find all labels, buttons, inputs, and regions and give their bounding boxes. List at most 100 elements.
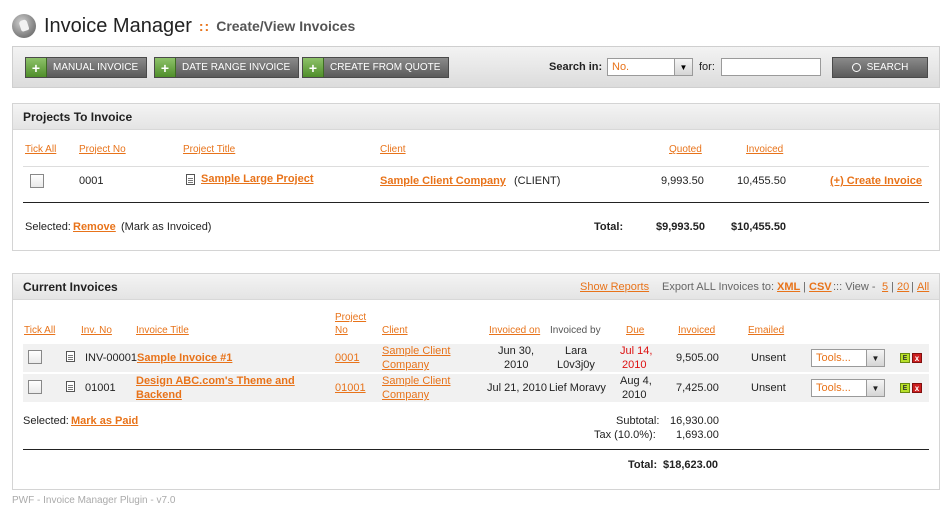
invoiced-on: Jul 21, 2010: [487, 382, 547, 394]
search-input[interactable]: [721, 58, 821, 76]
projects-panel: Projects To Invoice Tick All Project No …: [12, 103, 940, 251]
project-no: 0001: [79, 175, 104, 187]
subtotal-value: 16,930.00: [670, 415, 719, 427]
tax-label: Tax (10.0%):: [594, 429, 656, 441]
due-date-line2: 2010: [622, 389, 647, 401]
mark-as-paid-link[interactable]: Mark as Paid: [71, 415, 138, 427]
divider: [23, 166, 929, 167]
export-xml-link[interactable]: XML: [777, 281, 800, 293]
toolbar: + MANUAL INVOICE + DATE RANGE INVOICE + …: [12, 46, 940, 88]
delete-invoice-button[interactable]: x: [912, 383, 922, 393]
email-invoice-button[interactable]: E: [900, 383, 910, 393]
client-tag: (CLIENT): [514, 175, 561, 187]
date-range-invoice-button[interactable]: + DATE RANGE INVOICE: [154, 57, 300, 78]
client-link[interactable]: Sample Client Company: [380, 175, 506, 187]
emailed-status: Unsent: [751, 352, 786, 364]
view-label: ::: View -: [833, 281, 876, 293]
remove-note: (Mark as Invoiced): [121, 221, 212, 233]
divider: [23, 202, 929, 203]
col-inv-no[interactable]: Inv. No: [81, 325, 112, 336]
row-checkbox[interactable]: [28, 350, 42, 364]
show-reports-link[interactable]: Show Reports: [580, 281, 649, 293]
col-invoice-title[interactable]: Invoice Title: [136, 325, 189, 336]
col-project-title[interactable]: Project Title: [183, 144, 235, 155]
subtotal-label: Subtotal:: [616, 415, 660, 427]
remove-link[interactable]: Remove: [73, 221, 116, 233]
search-button[interactable]: SEARCH: [832, 57, 928, 78]
invoiced-value: 10,455.50: [737, 175, 786, 187]
row-checkbox[interactable]: [28, 380, 42, 394]
col-invoiced[interactable]: Invoiced: [678, 325, 715, 336]
delete-invoice-button[interactable]: x: [912, 353, 922, 363]
view-separator: |: [911, 281, 914, 293]
search-icon: [851, 63, 861, 72]
total-value: $18,623.00: [663, 459, 719, 471]
page-header: Invoice Manager :: Create/View Invoices: [12, 12, 355, 40]
document-icon: [186, 174, 195, 185]
invoiced-by: Lara: [565, 345, 588, 357]
col-client[interactable]: Client: [380, 144, 406, 155]
invoiced-by: Lief Moravy: [549, 382, 606, 394]
tick-all-link[interactable]: Tick All: [25, 144, 56, 155]
invoiced-on-line2: 2010: [504, 359, 529, 371]
client-link[interactable]: Sample Client: [382, 345, 450, 357]
create-invoice-link[interactable]: (+) Create Invoice: [830, 175, 922, 187]
view-20-link[interactable]: 20: [897, 281, 909, 293]
create-from-quote-button[interactable]: + CREATE FROM QUOTE: [302, 57, 450, 78]
due-date-line2: 2010: [622, 359, 647, 371]
page-subtitle: Create/View Invoices: [216, 18, 356, 34]
client-link-line2[interactable]: Company: [382, 359, 429, 371]
inv-no: INV-00001: [85, 352, 137, 364]
col-project-no[interactable]: Project: [335, 312, 366, 323]
chevron-down-icon[interactable]: ▼: [866, 380, 884, 396]
col-client[interactable]: Client: [382, 325, 408, 336]
project-title-link[interactable]: Sample Large Project: [201, 173, 314, 185]
col-project-no[interactable]: Project No: [79, 144, 126, 155]
selected-label: Selected:: [23, 415, 69, 427]
plus-icon: +: [26, 58, 47, 77]
chevron-down-icon[interactable]: ▼: [674, 59, 692, 75]
footer-credit: PWF - Invoice Manager Plugin - v7.0: [12, 495, 176, 506]
due-date: Jul 14,: [620, 345, 653, 357]
total-invoiced: $10,455.50: [731, 221, 787, 233]
view-5-link[interactable]: 5: [882, 281, 888, 293]
tax-value: 1,693.00: [676, 429, 719, 441]
col-due[interactable]: Due: [626, 325, 644, 336]
invoiced-on: Jun 30,: [498, 345, 535, 357]
total-quoted: $9,993.50: [656, 221, 705, 233]
project-no-link[interactable]: 0001: [335, 352, 359, 364]
due-date: Aug 4,: [620, 375, 652, 387]
panel-title: Projects To Invoice: [13, 104, 939, 130]
document-icon: [66, 351, 75, 362]
chevron-down-icon[interactable]: ▼: [866, 350, 884, 366]
view-separator: |: [891, 281, 894, 293]
search-in-select[interactable]: No. ▼: [607, 58, 693, 76]
export-label: Export ALL Invoices to:: [662, 281, 775, 293]
total-label: Total:: [628, 459, 658, 471]
col-project-no-line2[interactable]: No: [335, 325, 348, 336]
total-label: Total:: [594, 221, 624, 233]
plus-icon: +: [155, 58, 176, 77]
invoice-title-link-line2[interactable]: Backend: [136, 389, 182, 401]
view-all-link[interactable]: All: [917, 281, 929, 293]
invoice-title-link[interactable]: Design ABC.com's Theme and: [136, 375, 295, 387]
app-title: Invoice Manager: [44, 14, 192, 37]
tools-select[interactable]: Tools... ▼: [811, 379, 885, 397]
col-quoted[interactable]: Quoted: [669, 144, 702, 155]
project-no-link[interactable]: 01001: [335, 382, 366, 394]
col-invoiced-on[interactable]: Invoiced on: [489, 325, 540, 336]
invoices-panel: Current Invoices Show Reports Export ALL…: [12, 273, 940, 490]
export-csv-link[interactable]: CSV: [809, 281, 832, 293]
tools-select[interactable]: Tools... ▼: [811, 349, 885, 367]
for-label: for:: [699, 61, 715, 73]
client-link-line2[interactable]: Company: [382, 389, 429, 401]
manual-invoice-button[interactable]: + MANUAL INVOICE: [25, 57, 148, 78]
tick-all-link[interactable]: Tick All: [24, 325, 55, 336]
email-invoice-button[interactable]: E: [900, 353, 910, 363]
client-link[interactable]: Sample Client: [382, 375, 450, 387]
invoice-amount: 9,505.00: [676, 352, 719, 364]
col-invoiced[interactable]: Invoiced: [746, 144, 783, 155]
invoice-title-link[interactable]: Sample Invoice #1: [137, 352, 232, 364]
col-emailed[interactable]: Emailed: [748, 325, 784, 336]
row-checkbox[interactable]: [30, 174, 44, 188]
